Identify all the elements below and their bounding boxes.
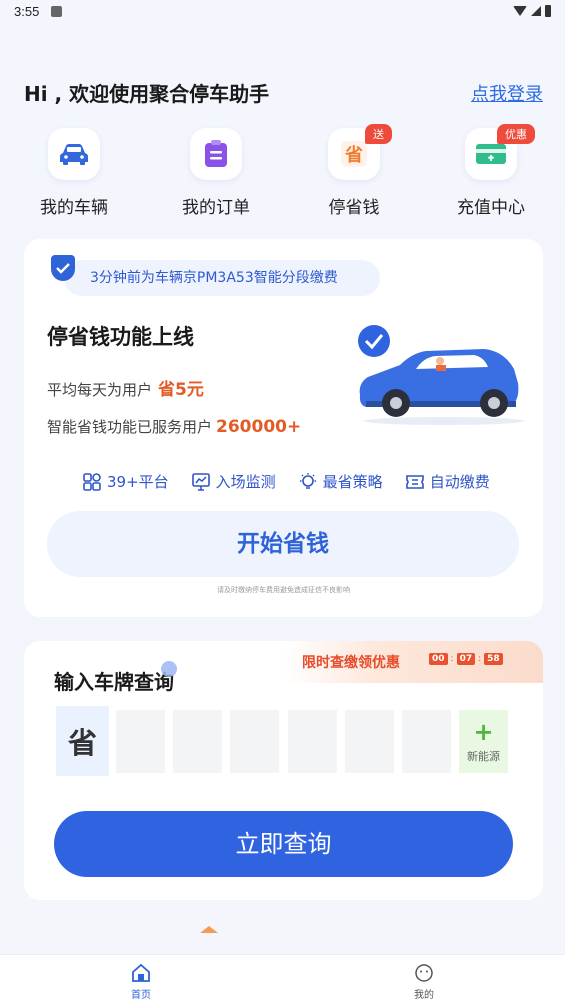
promo-text: 限时查缴领优惠	[302, 655, 400, 671]
plate-char-input[interactable]	[402, 710, 451, 773]
feature-platforms: 39+平台	[82, 471, 169, 492]
disclaimer-text: 请及时缴纳停车费用避免造成征信不良影响	[217, 586, 350, 594]
timer-hours: 00	[429, 653, 448, 665]
car-icon	[48, 128, 100, 180]
order-icon	[190, 128, 242, 180]
feature-auto-pay: 自动缴费	[405, 471, 490, 492]
plate-query-card: 限时查缴领优惠 00: 07: 58 输入车牌查询 省 + 新能源 立即查询	[24, 641, 543, 900]
served-users-value: 260000+	[216, 417, 302, 437]
timer-seconds: 58	[484, 653, 503, 665]
tab-mine[interactable]: 我的	[384, 963, 464, 1001]
new-energy-label: 新能源	[467, 749, 500, 763]
ticket-icon	[405, 474, 424, 489]
battery-icon	[545, 5, 551, 17]
quick-action-my-orders[interactable]: 我的订单	[166, 128, 266, 218]
status-icons	[513, 5, 551, 17]
greeting-title: Hi , 欢迎使用聚合停车助手	[24, 82, 270, 106]
tab-home[interactable]: 首页	[101, 963, 181, 1001]
plus-icon: +	[473, 717, 494, 746]
quick-action-save-money[interactable]: 省 送 停省钱	[304, 124, 404, 218]
bottom-tab-bar: 首页 我的	[0, 954, 565, 1004]
recent-payment-notice: 3分钟前为车辆京PM3A53智能分段缴费	[64, 260, 380, 296]
feature-best-strategy: 最省策略	[298, 471, 383, 492]
quick-action-label: 我的订单	[182, 198, 250, 218]
province-selector[interactable]: 省	[56, 706, 109, 776]
start-saving-button[interactable]: 开始省钱	[47, 511, 519, 577]
plate-query-title: 输入车牌查询	[54, 670, 174, 694]
quick-action-my-vehicle[interactable]: 我的车辆	[24, 128, 124, 218]
plate-char-input[interactable]	[116, 710, 165, 773]
status-bar: 3:55	[0, 0, 565, 26]
tab-mine-label: 我的	[414, 990, 434, 1001]
served-users-label: 智能省钱功能已服务用户	[47, 418, 213, 436]
served-users-text: 智能省钱功能已服务用户 260000+	[47, 416, 301, 437]
new-energy-plate-button[interactable]: + 新能源	[459, 710, 508, 773]
car-illustration	[354, 321, 524, 431]
plate-char-input[interactable]	[345, 710, 394, 773]
svg-text:省: 省	[344, 144, 363, 166]
notification-icon	[51, 6, 62, 17]
tab-home-label: 首页	[131, 990, 151, 1001]
monitor-icon	[191, 472, 210, 491]
quick-action-label: 我的车辆	[40, 198, 108, 218]
save-money-card: 3分钟前为车辆京PM3A53智能分段缴费 停省钱功能上线 平均每天为用户 省5元 …	[24, 239, 543, 617]
plate-char-input[interactable]	[230, 710, 279, 773]
grid-icon	[83, 472, 101, 491]
quick-action-label: 停省钱	[328, 198, 380, 218]
feature-label: 最省策略	[322, 473, 383, 491]
status-time: 3:55	[14, 4, 40, 19]
feature-label: 39+平台	[107, 473, 169, 491]
plate-char-input[interactable]	[173, 710, 222, 773]
smiley-face-icon	[415, 964, 433, 982]
feature-list: 39+平台 入场监测 最省策略 自动缴费	[82, 471, 490, 492]
home-icon	[132, 963, 150, 982]
touch-indicator	[161, 661, 177, 677]
quick-action-recharge-center[interactable]: 优惠 充值中心	[441, 124, 541, 218]
badge-gift: 送	[365, 124, 392, 144]
quick-action-label: 充值中心	[457, 198, 525, 218]
query-now-button[interactable]: 立即查询	[54, 811, 513, 877]
plate-char-input[interactable]	[288, 710, 337, 773]
avg-saving-value: 省5元	[158, 380, 204, 400]
lightbulb-icon	[299, 472, 316, 489]
timer-minutes: 07	[456, 653, 476, 665]
login-link[interactable]: 点我登录	[471, 80, 543, 106]
decorative-peek-shape	[200, 926, 218, 933]
feature-title: 停省钱功能上线	[47, 325, 194, 349]
feature-label: 自动缴费	[429, 473, 490, 491]
signal-icon	[531, 6, 541, 16]
avg-saving-text: 平均每天为用户 省5元	[47, 375, 204, 400]
avg-saving-label: 平均每天为用户	[47, 381, 153, 399]
feature-entry-monitor: 入场监测	[191, 471, 276, 492]
shield-check-icon	[51, 255, 75, 281]
wifi-icon	[513, 6, 527, 16]
countdown-timer: 00: 07: 58	[429, 653, 503, 665]
feature-label: 入场监测	[215, 473, 276, 491]
badge-discount: 优惠	[497, 124, 535, 144]
